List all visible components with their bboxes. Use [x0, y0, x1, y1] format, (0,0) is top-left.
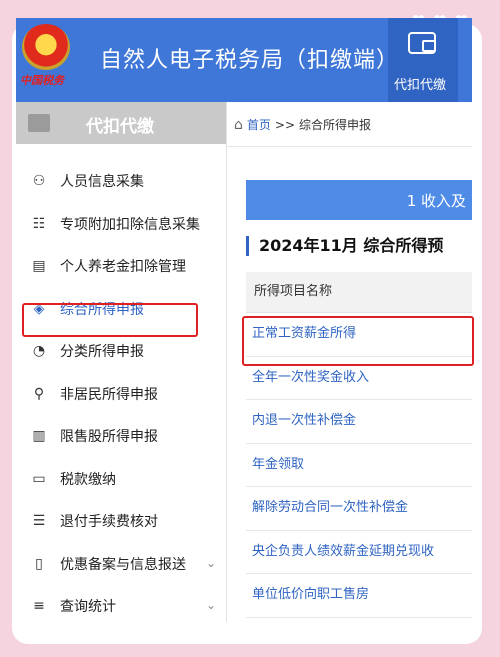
sidebar-item-label: 退付手续费核对 — [60, 514, 158, 531]
table-row[interactable]: 央企负责人绩效薪金延期兑现收 — [246, 531, 472, 574]
chevron-down-icon[interactable]: ⌄ — [206, 598, 216, 612]
table-row[interactable]: 解除劳动合同一次性补偿金 — [246, 487, 472, 531]
tax-emblem-icon — [22, 24, 70, 70]
file-icon: ▯ — [35, 555, 43, 572]
sidebar: 代扣代缴 ⚇ 人员信息采集 ☷ 专项附加扣除信息采集 ▤ 个人养老金扣除管理 ◈ 综合所得申报… — [16, 102, 227, 622]
list-icon: ☷ — [32, 215, 46, 232]
sidebar-item-label: 限售股所得申报 — [60, 429, 158, 446]
top-tab-withholding[interactable]: 代扣代缴 — [388, 18, 458, 102]
sidebar-item[interactable]: ▤ 个人养老金扣除管理 — [16, 245, 226, 288]
sidebar-item-label: 查询统计 — [60, 599, 116, 616]
active-item-highlight — [22, 303, 198, 337]
sidebar-item[interactable]: ≡ 查询统计 ⌄ — [16, 585, 226, 628]
home-icon[interactable]: ⌂ — [234, 117, 243, 133]
breadcrumb-home[interactable]: 首页 — [247, 116, 271, 133]
breadcrumb-current: 综合所得申报 — [299, 118, 372, 132]
app-title: 自然人电子税务局（扣缴端） — [100, 48, 400, 73]
table-row[interactable]: 内退一次性补偿金 — [246, 400, 472, 444]
sidebar-item[interactable]: ☷ 专项附加扣除信息采集 — [16, 203, 226, 246]
app-header: 中国税务 自然人电子税务局（扣缴端） 代扣代缴 — [16, 18, 472, 102]
sidebar-item-label: 个人养老金扣除管理 — [60, 259, 186, 276]
sidebar-item[interactable]: ☰ 退付手续费核对 — [16, 500, 226, 543]
step-bar[interactable]: 1 收入及 — [246, 180, 472, 220]
sidebar-section-header[interactable]: 代扣代缴 — [16, 102, 226, 144]
sidebar-item-label: 优惠备案与信息报送 — [60, 556, 186, 573]
sidebar-item-label: 税款缴纳 — [60, 471, 116, 488]
sidebar-item[interactable]: ▥ 限售股所得申报 — [16, 415, 226, 458]
row-highlight — [242, 316, 474, 366]
sidebar-item[interactable]: ⚇ 人员信息采集 — [16, 160, 226, 203]
period-title: 2024年11月 综合所得预 — [246, 236, 443, 256]
chevron-down-icon[interactable]: ⌄ — [206, 556, 216, 570]
person-icon: ⚇ — [32, 173, 46, 190]
divider — [226, 146, 472, 147]
sidebar-item-label: 分类所得申报 — [60, 344, 144, 361]
top-tab-label: 代扣代缴 — [394, 78, 447, 93]
step-label: 1 收入及 — [406, 192, 466, 210]
sidebar-item[interactable]: ▯ 优惠备案与信息报送 ⌄ — [16, 543, 226, 586]
sidebar-item-label: 人员信息采集 — [60, 174, 144, 191]
sidebar-item[interactable]: ⚲ 非居民所得申报 — [16, 373, 226, 416]
document-icon: ▤ — [32, 258, 46, 275]
sidebar-item-label: 非居民所得申报 — [60, 386, 158, 403]
folder-icon: ▭ — [32, 470, 46, 487]
sidebar-item[interactable]: ▭ 税款缴纳 — [16, 458, 226, 501]
checklist-icon: ☰ — [32, 513, 46, 530]
table-row[interactable]: 年金领取 — [246, 444, 472, 487]
user-icon: ⚲ — [33, 385, 45, 402]
sidebar-item-label: 专项附加扣除信息采集 — [60, 216, 200, 233]
wallet-icon — [28, 114, 50, 132]
table-row[interactable]: 单位低价向职工售房 — [246, 574, 472, 618]
table-header: 所得项目名称 — [246, 272, 472, 313]
bar-chart-icon: ▥ — [32, 428, 46, 445]
breadcrumb-separator: >> — [274, 117, 296, 132]
sidebar-section-title: 代扣代缴 — [86, 117, 154, 137]
emblem-text: 中国税务 — [20, 74, 64, 87]
wallet-icon — [408, 32, 436, 54]
sidebar-menu: ⚇ 人员信息采集 ☷ 专项附加扣除信息采集 ▤ 个人养老金扣除管理 ◈ 综合所得申报 ◔ 分类所得… — [16, 160, 226, 628]
breadcrumb: ⌂ 首页 >> 综合所得申报 — [234, 116, 371, 133]
search-list-icon: ≡ — [33, 598, 45, 615]
pie-chart-icon: ◔ — [32, 343, 46, 360]
